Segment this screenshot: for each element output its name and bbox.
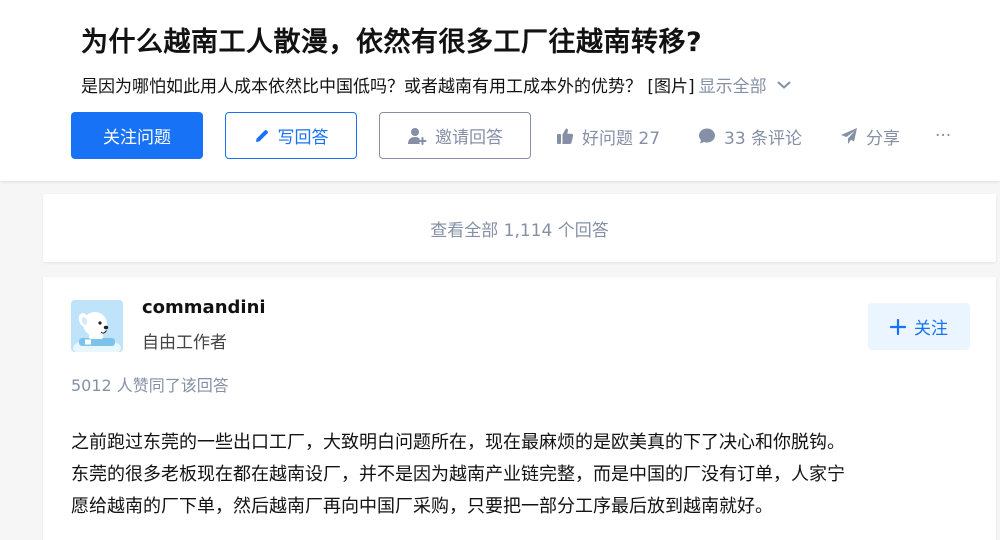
question-description-text: 是因为哪怕如此用人成本依然比中国低吗？或者越南有用工成本外的优势？ [图片]	[81, 77, 695, 97]
share-button[interactable]: 分享	[840, 124, 900, 149]
show-all-label: 显示全部	[698, 77, 767, 97]
chevron-down-icon	[777, 81, 791, 88]
avatar[interactable]	[71, 300, 123, 352]
good-question-label: 好问题 27	[582, 128, 661, 149]
avatar-image	[71, 300, 123, 352]
question-title: 为什么越南工人散漫，依然有很多工厂往越南转移?	[81, 27, 703, 58]
follow-question-label: 关注问题	[103, 128, 171, 148]
good-question-button[interactable]: 好问题 27	[556, 124, 661, 149]
author-bio: 自由工作者	[142, 333, 227, 353]
invite-answer-button[interactable]: 邀请回答	[379, 112, 531, 159]
more-actions-button[interactable]: ···	[935, 124, 951, 148]
votes-summary: 5012 人赞同了该回答	[71, 376, 229, 395]
paper-plane-icon	[841, 128, 857, 144]
invite-answer-label: 邀请回答	[435, 128, 503, 148]
more-dots-icon: ···	[935, 126, 952, 146]
question-description: 是因为哪怕如此用人成本依然比中国低吗？或者越南有用工成本外的优势？ [图片] 显…	[81, 72, 791, 97]
question-header: 为什么越南工人散漫，依然有很多工厂往越南转移? 是因为哪怕如此用人成本依然比中国…	[0, 0, 1000, 181]
comments-label: 33 条评论	[724, 128, 803, 149]
write-answer-button[interactable]: 写回答	[225, 112, 357, 159]
follow-author-label: 关注	[914, 319, 948, 339]
thumbs-up-icon	[557, 128, 574, 144]
answer-line: 东莞的很多老板现在都在越南设厂，并不是因为越南产业链完整，而是中国的厂没有订单，…	[71, 464, 845, 485]
answer-card: commandini 自由工作者 关注 5012 人赞同了该回答 之前跑过东莞的…	[43, 277, 996, 540]
author-name[interactable]: commandini	[142, 297, 266, 318]
show-all-button[interactable]: 显示全部	[699, 72, 791, 97]
follow-author-button[interactable]: 关注	[868, 303, 970, 350]
pencil-icon	[255, 129, 268, 142]
comment-bubble-icon	[699, 128, 715, 144]
write-answer-label: 写回答	[277, 128, 329, 148]
answer-content: 之前跑过东莞的一些出口工厂，大致明白问题所在，现在最麻烦的是欧美真的下了决心和你…	[71, 427, 971, 523]
comments-button[interactable]: 33 条评论	[698, 124, 803, 149]
view-all-answers-button[interactable]: 查看全部 1,114 个回答	[43, 194, 996, 262]
view-all-answers-label: 查看全部 1,114 个回答	[430, 220, 609, 241]
plus-icon	[890, 318, 906, 335]
answer-line: 愿给越南的厂下单，然后越南厂再向中国厂采购，只要把一部分工序最后放到越南就好。	[71, 496, 773, 517]
invite-user-icon	[408, 127, 427, 145]
share-label: 分享	[866, 128, 900, 149]
follow-question-button[interactable]: 关注问题	[71, 112, 203, 159]
answer-line: 之前跑过东莞的一些出口工厂，大致明白问题所在，现在最麻烦的是欧美真的下了决心和你…	[71, 432, 845, 453]
